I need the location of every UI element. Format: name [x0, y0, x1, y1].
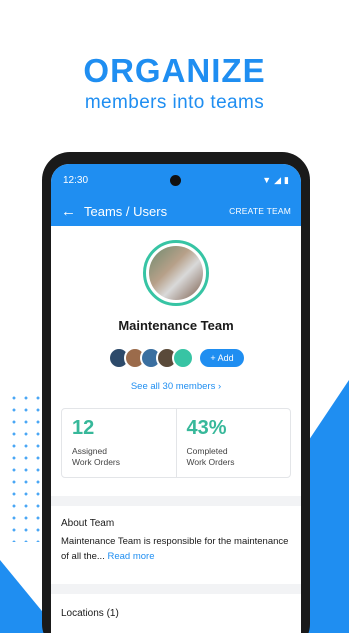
add-member-button[interactable]: + Add [200, 349, 244, 367]
stat-label-line: Completed [186, 446, 228, 456]
team-photo [149, 246, 203, 300]
stat-value: 43% [186, 417, 227, 439]
stat-completed[interactable]: 43% Completed Work Orders [175, 409, 291, 477]
locations-card[interactable]: Locations (1) [51, 594, 301, 633]
stat-label-line: Work Orders [72, 457, 121, 468]
members-row: + Add [51, 347, 301, 369]
decorative-dots [8, 392, 44, 542]
stat-label-line: Work Orders [186, 457, 235, 468]
camera-icon [169, 174, 181, 186]
stat-value: 12 [72, 417, 95, 439]
about-description: Maintenance Team is responsible for the … [61, 536, 289, 562]
about-title: About Team [61, 518, 115, 529]
status-bar: 12:30 ▼ ◢ ▮ [51, 164, 301, 196]
app-bar-title: Teams / Users [84, 203, 168, 219]
stat-assigned[interactable]: 12 Assigned Work Orders [62, 409, 176, 477]
read-more-link[interactable]: Read more [107, 551, 154, 562]
see-all-members-link[interactable]: See all 30 members › [51, 381, 301, 392]
signal-icon: ◢ [274, 174, 282, 185]
promo-headline: ORGANIZE [83, 52, 266, 89]
app-bar: ← Teams / Users CREATE TEAM [51, 196, 301, 226]
phone-frame: 12:30 ▼ ◢ ▮ ← Teams / Users CREATE TEAM … [42, 152, 310, 633]
stat-label-line: Assigned [72, 446, 107, 456]
more-members-icon[interactable] [172, 347, 195, 369]
stat-label: Completed Work Orders [187, 446, 281, 468]
battery-icon: ▮ [284, 174, 289, 185]
phone-screen: 12:30 ▼ ◢ ▮ ← Teams / Users CREATE TEAM … [51, 164, 301, 633]
status-icons: ▼ ◢ ▮ [262, 175, 289, 186]
team-card: Maintenance Team + Add See all 30 member… [51, 226, 301, 496]
locations-title: Locations (1) [61, 608, 119, 619]
arrow-left-icon[interactable]: ← [61, 203, 76, 220]
create-team-button[interactable]: CREATE TEAM [229, 206, 291, 216]
promo-subheadline: members into teams [84, 92, 265, 113]
team-avatar[interactable] [143, 240, 209, 306]
about-text: Maintenance Team is responsible for the … [61, 535, 291, 564]
stats-panel: 12 Assigned Work Orders 43% Completed Wo… [61, 408, 291, 478]
team-name: Maintenance Team [118, 318, 234, 333]
about-team-card: About Team Maintenance Team is responsib… [51, 506, 301, 584]
status-time: 12:30 [63, 174, 89, 186]
wifi-icon: ▼ [262, 175, 272, 185]
stat-label: Assigned Work Orders [72, 446, 166, 468]
